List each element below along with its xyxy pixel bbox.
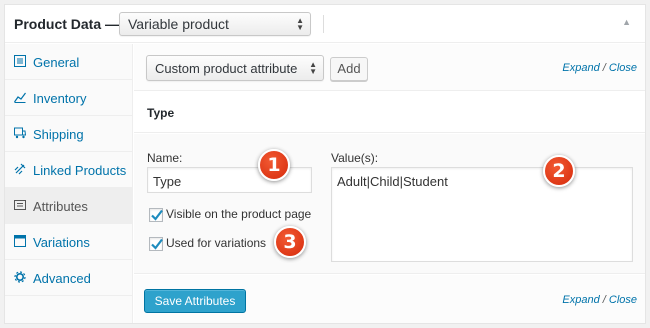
footer-expand-close-links: Expand / Close <box>562 294 637 306</box>
attribute-taxonomy-select[interactable]: Custom product attribute ▲ ▼ <box>146 55 324 81</box>
product-type-select[interactable]: Variable product ▲ ▼ <box>119 12 311 36</box>
variations-icon <box>14 235 26 247</box>
visible-label: Visible on the product page <box>166 207 312 221</box>
tab-attributes-label: Attributes <box>33 199 88 214</box>
callout-badge-3: 3 <box>274 226 306 258</box>
tab-attributes[interactable]: Attributes <box>5 188 133 224</box>
expand-close-links: Expand / Close <box>562 62 637 74</box>
tab-general[interactable]: General <box>5 44 133 80</box>
attributes-icon <box>14 200 26 210</box>
select-arrows-icon: ▲ ▼ <box>309 60 317 76</box>
tab-advanced[interactable]: Advanced <box>5 260 133 296</box>
general-icon <box>14 55 26 67</box>
used-for-variations-label: Used for variations <box>166 236 267 250</box>
tab-linked-products-label: Linked Products <box>33 163 127 178</box>
tab-variations-label: Variations <box>33 235 90 250</box>
tab-inventory-label: Inventory <box>33 91 87 106</box>
expand-link[interactable]: Expand <box>562 294 599 306</box>
close-link[interactable]: Close <box>609 294 637 306</box>
tab-linked-products[interactable]: Linked Products <box>5 152 133 188</box>
callout-badge-2: 2 <box>543 155 575 187</box>
gear-icon <box>14 271 26 283</box>
close-link[interactable]: Close <box>609 62 637 74</box>
attribute-values-textarea[interactable]: Adult|Child|Student <box>331 167 633 262</box>
panel-header: Product Data — Variable product ▲ ▼ ▲ <box>5 5 645 43</box>
product-data-tabs: General Inventory Shipping Linked Produc… <box>5 44 133 323</box>
attribute-row-header[interactable]: Type <box>134 92 645 133</box>
select-arrows-icon: ▲ ▼ <box>296 16 304 32</box>
attributes-toolbar: Custom product attribute ▲ ▼ Add Expand /… <box>134 44 645 91</box>
tab-inventory[interactable]: Inventory <box>5 80 133 116</box>
tab-shipping[interactable]: Shipping <box>5 116 133 152</box>
callout-badge-1: 1 <box>258 149 290 181</box>
panel-title: Product Data — <box>14 16 120 32</box>
tab-advanced-label: Advanced <box>33 271 91 286</box>
collapse-toggle-icon[interactable]: ▲ <box>622 17 631 27</box>
checkmark-icon <box>151 238 163 250</box>
expand-link[interactable]: Expand <box>562 62 599 74</box>
tab-general-label: General <box>33 55 80 70</box>
tab-shipping-label: Shipping <box>33 127 84 142</box>
expand-close-separator: / <box>599 294 609 306</box>
attribute-fields: Name: Type Value(s): Adult|Child|Student… <box>134 134 645 274</box>
add-attribute-button[interactable]: Add <box>330 57 368 81</box>
attribute-row-title: Type <box>147 106 175 120</box>
visible-checkbox[interactable] <box>149 208 163 222</box>
attributes-footer: Save Attributes Expand / Close <box>134 275 645 323</box>
values-label: Value(s): <box>331 151 379 165</box>
header-divider <box>323 15 324 33</box>
link-icon <box>14 163 26 175</box>
expand-close-separator: / <box>599 62 609 74</box>
tab-variations[interactable]: Variations <box>5 224 133 260</box>
save-attributes-button[interactable]: Save Attributes <box>144 289 246 313</box>
checkmark-icon <box>151 209 163 221</box>
shipping-icon <box>14 127 26 139</box>
inventory-icon <box>14 92 26 103</box>
product-type-value: Variable product <box>128 16 229 32</box>
used-for-variations-checkbox[interactable] <box>149 237 163 251</box>
attribute-taxonomy-value: Custom product attribute <box>155 61 298 76</box>
name-label: Name: <box>147 151 183 165</box>
